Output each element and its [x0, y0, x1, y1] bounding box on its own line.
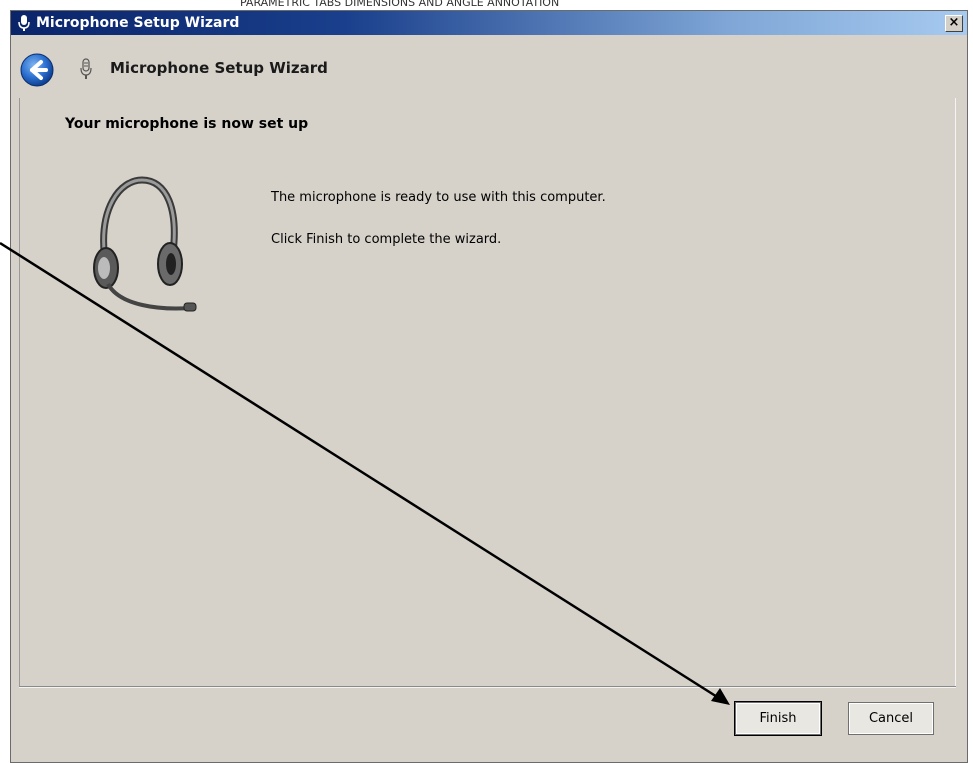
footer-separator — [19, 686, 956, 688]
microphone-icon — [18, 15, 30, 31]
wizard-header: Microphone Setup Wizard — [11, 35, 967, 97]
status-heading: Your microphone is now set up — [65, 116, 309, 132]
close-button[interactable]: × — [945, 15, 963, 32]
message-instructions: Click Finish to complete the wizard. — [271, 232, 502, 247]
window-title: Microphone Setup Wizard — [36, 15, 240, 31]
cancel-button[interactable]: Cancel — [848, 702, 934, 735]
headset-icon — [93, 176, 197, 312]
back-arrow-icon[interactable] — [20, 53, 54, 87]
title-bar: Microphone Setup Wizard × — [11, 11, 967, 35]
message-ready: The microphone is ready to use with this… — [271, 190, 606, 205]
finish-button[interactable]: Finish — [734, 701, 822, 736]
background-cut-text: PARAMETRIC TABS DIMENSIONS AND ANGLE ANN… — [240, 0, 560, 9]
close-icon: × — [948, 15, 960, 30]
microphone-icon — [80, 58, 92, 79]
wizard-header-title: Microphone Setup Wizard — [110, 59, 328, 77]
